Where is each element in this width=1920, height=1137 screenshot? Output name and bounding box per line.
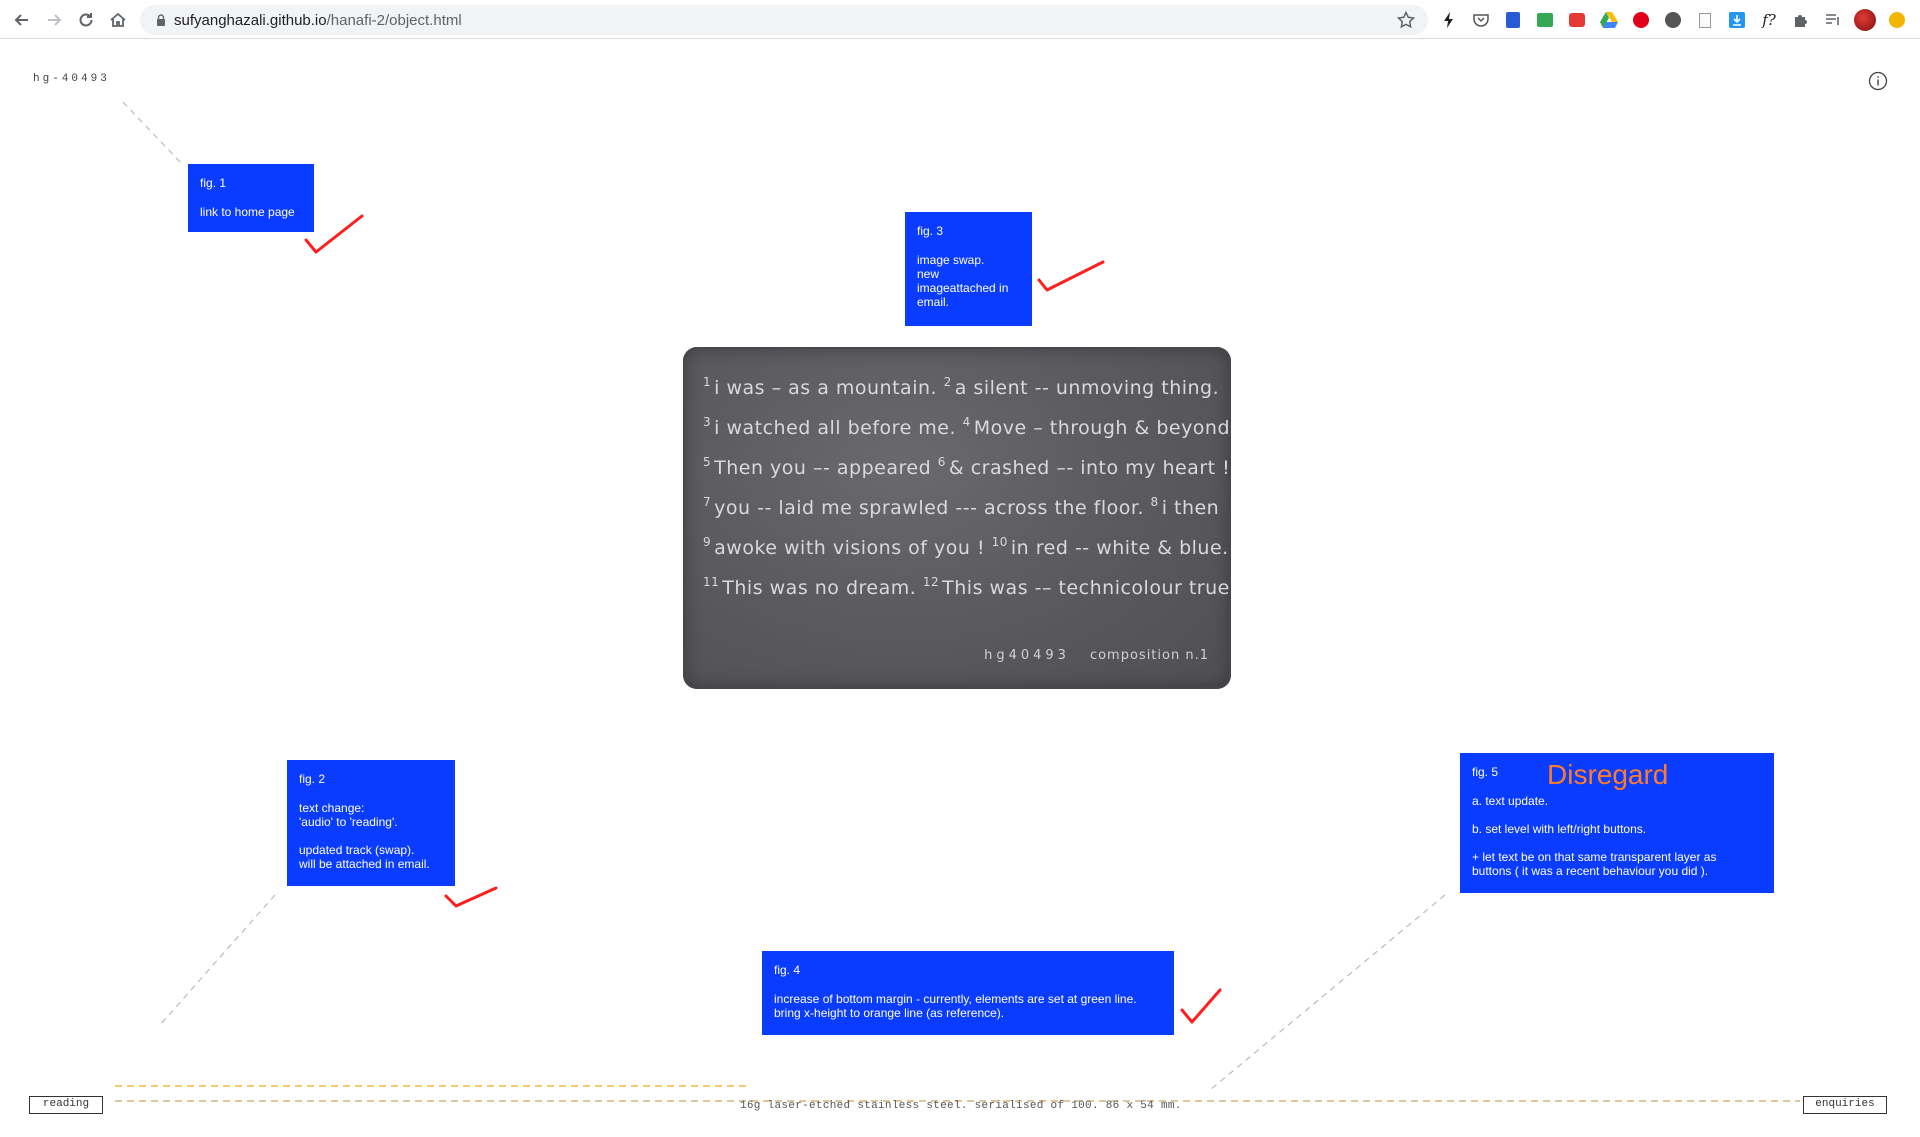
card-line-6: 11 This was no dream. 12 This was -– techn… (703, 575, 1231, 599)
note-line: new (917, 267, 940, 281)
drive-icon[interactable] (1598, 9, 1620, 31)
download-icon[interactable] (1726, 9, 1748, 31)
fig3-note: fig. 3 image swap. new imageattached in … (905, 212, 1032, 326)
notification-icon[interactable] (1886, 9, 1908, 31)
product-image-card: 1i was – as a mountain. 2a silent -- unm… (683, 347, 1231, 689)
card-line-3: 5 Then you –- appeared 6 & crashed –- into… (703, 455, 1231, 479)
note-line: email. (917, 295, 950, 309)
fig4-note: fig. 4 increase of bottom margin - curre… (762, 951, 1174, 1035)
skull-icon[interactable] (1662, 9, 1684, 31)
video-icon[interactable] (1566, 9, 1588, 31)
puzzle-icon[interactable] (1790, 9, 1812, 31)
fig5-note: fig. 5 Disregard a. text update. b. set … (1460, 753, 1774, 893)
fig1-leader-line (122, 101, 182, 164)
page-content: hg-40493 fig. 1 link to home page fig. 3… (0, 40, 1920, 1137)
back-icon[interactable] (8, 6, 36, 34)
card-line-4: 7 you -- laid me sprawled --- across the … (703, 495, 1220, 519)
print-icon[interactable] (1534, 9, 1556, 31)
url-path: /hanafi-2/object.html (326, 12, 462, 29)
opera-icon[interactable] (1630, 9, 1652, 31)
fig2-checkmark (444, 886, 498, 908)
card-title: composition n.1 (1089, 648, 1209, 663)
font-icon[interactable]: f? (1758, 9, 1780, 31)
fig1-checkmark (304, 214, 364, 254)
note-line: increase of bottom margin - currently, e… (774, 992, 1137, 1006)
note-spacer (299, 829, 443, 843)
card-line-2: 3i watched all before me. 4 Move – throug… (703, 415, 1231, 439)
fig3-checkmark (1037, 260, 1105, 292)
fig4-checkmark (1180, 988, 1222, 1024)
note-line: link to home page (200, 205, 295, 219)
note-spacer (1472, 808, 1762, 822)
card-line-5: 9 awoke with visions of you ! 10 in red --… (703, 535, 1229, 559)
note-line: image swap. (917, 253, 985, 267)
note-line: imageattached in (917, 281, 1009, 295)
fig1-note: fig. 1 link to home page (188, 164, 314, 232)
bookmark-star-icon[interactable] (1396, 10, 1416, 30)
note-fig-label: fig. 4 (774, 963, 801, 977)
card-serial: hg40493 (984, 648, 1070, 663)
reload-icon[interactable] (72, 6, 100, 34)
note-fig-label: fig. 3 (917, 224, 944, 238)
note-line: b. set level with left/right buttons. (1472, 822, 1647, 836)
forward-icon[interactable] (40, 6, 68, 34)
product-caption: 16g laser-etched stainless steel. serial… (740, 1100, 1182, 1112)
address-bar[interactable]: sufyanghazali.github.io/hanafi-2/object.… (140, 5, 1428, 35)
note-spacer (1472, 836, 1762, 850)
note-line: will be attached in email. (299, 857, 430, 871)
fig5-leader-line (1209, 894, 1446, 1091)
note-line: updated track (swap). (299, 843, 415, 857)
url-text: sufyanghazali.github.io/hanafi-2/object.… (174, 12, 462, 29)
note-line: text change: (299, 801, 365, 815)
card-line-1: 1i was – as a mountain. 2a silent -- unm… (703, 375, 1220, 399)
note-fig-label: fig. 1 (200, 176, 227, 190)
home-icon[interactable] (104, 6, 132, 34)
bolt-icon[interactable] (1438, 9, 1460, 31)
note-line: a. text update. (1472, 794, 1549, 808)
note-line: buttons ( it was a recent behaviour you … (1472, 864, 1709, 878)
doc-icon[interactable] (1694, 9, 1716, 31)
disregard-heading: Disregard (1547, 759, 1669, 790)
fig2-note: fig. 2 text change: 'audio' to 'reading'… (287, 760, 455, 886)
note-line: + let text be on that same transparent l… (1472, 850, 1717, 864)
browser-toolbar: sufyanghazali.github.io/hanafi-2/object.… (0, 0, 1920, 39)
url-host: sufyanghazali.github.io (174, 12, 327, 29)
note-line: bring x-height to orange line (as refere… (774, 1006, 1005, 1020)
reading-button[interactable]: reading (29, 1096, 103, 1114)
lock-icon (157, 14, 165, 26)
note-fig-label: fig. 2 (299, 772, 326, 786)
pocket-icon[interactable] (1470, 9, 1492, 31)
enquiries-button[interactable]: enquiries (1803, 1096, 1887, 1114)
queue-icon[interactable] (1822, 9, 1844, 31)
fig2-leader-line (159, 894, 276, 1026)
card-footer: hg40493 composition n.1 (984, 648, 1209, 663)
profile-avatar[interactable] (1854, 9, 1876, 31)
note-line: 'audio' to 'reading'. (299, 815, 398, 829)
reader-icon[interactable] (1502, 9, 1524, 31)
